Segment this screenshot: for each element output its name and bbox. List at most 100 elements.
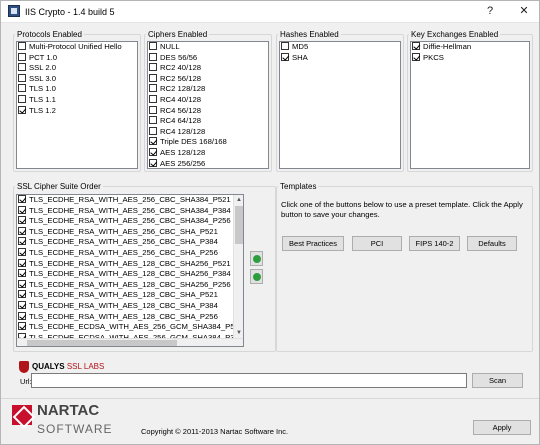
defaults-button[interactable]: Defaults — [467, 236, 517, 251]
cipher-item[interactable]: AES 256/256 — [148, 158, 268, 168]
cipher-item[interactable]: RC2 128/128 — [148, 84, 268, 95]
cipher-item[interactable]: Triple DES 168/168 — [148, 137, 268, 148]
cipher-item[interactable]: RC4 56/128 — [148, 105, 268, 117]
cipher-suite-item[interactable]: TLS_ECDHE_RSA_WITH_AES_256_CBC_SHA_P256 — [17, 247, 243, 259]
checked-checkbox[interactable] — [18, 226, 26, 235]
protocol-item[interactable]: PCT 1.0 — [17, 52, 137, 64]
unchecked-checkbox[interactable] — [149, 84, 157, 93]
checked-checkbox[interactable] — [18, 216, 26, 225]
pci-button[interactable]: PCI — [352, 236, 402, 251]
unchecked-checkbox[interactable] — [149, 116, 157, 125]
checked-checkbox[interactable] — [18, 258, 26, 267]
unchecked-checkbox[interactable] — [18, 42, 26, 50]
unchecked-checkbox[interactable] — [149, 126, 157, 135]
unchecked-checkbox[interactable] — [18, 63, 26, 72]
key-exchanges-list[interactable]: Diffie-Hellman PKCS — [410, 41, 530, 169]
cipher-suite-item[interactable]: TLS_ECDHE_RSA_WITH_AES_128_CBC_SHA256_P3… — [17, 269, 243, 280]
ciphers-list[interactable]: NULL DES 56/56 RC2 40/128 RC2 56/128 RC2 128… — [147, 41, 269, 169]
unchecked-checkbox[interactable] — [18, 84, 26, 93]
cipher-item[interactable]: RC4 40/128 — [148, 94, 268, 106]
cipher-item[interactable]: RC2 56/128 — [148, 73, 268, 85]
hash-item[interactable]: SHA — [280, 52, 400, 64]
cipher-suite-item[interactable]: TLS_ECDHE_RSA_WITH_AES_128_CBC_SHA256_P2… — [17, 279, 243, 291]
checked-checkbox[interactable] — [18, 311, 26, 320]
cipher-suite-item[interactable]: TLS_ECDHE_RSA_WITH_AES_256_CBC_SHA384_P2… — [17, 216, 243, 227]
checked-checkbox[interactable] — [18, 195, 26, 203]
unchecked-checkbox[interactable] — [149, 63, 157, 72]
cipher-suite-item[interactable]: TLS_ECDHE_RSA_WITH_AES_128_CBC_SHA256_P5… — [17, 258, 243, 270]
checked-checkbox[interactable] — [412, 52, 420, 61]
unchecked-checkbox[interactable] — [18, 73, 26, 82]
cipher-suite-item[interactable]: TLS_ECDHE_RSA_WITH_AES_128_CBC_SHA_P256 — [17, 311, 243, 323]
cipher-item[interactable]: RC2 40/128 — [148, 63, 268, 74]
scroll-up-arrow-icon[interactable]: ▲ — [234, 195, 243, 205]
cipher-suite-item[interactable]: TLS_ECDHE_RSA_WITH_AES_256_CBC_SHA384_P3… — [17, 205, 243, 217]
cipher-item-label: RC4 56/128 — [160, 105, 202, 115]
move-up-button[interactable] — [250, 251, 263, 266]
url-input[interactable] — [31, 373, 467, 388]
protocol-item[interactable]: SSL 3.0 — [17, 73, 137, 85]
unchecked-checkbox[interactable] — [149, 52, 157, 61]
hscroll-thumb[interactable] — [27, 340, 177, 346]
checked-checkbox[interactable] — [18, 279, 26, 288]
unchecked-checkbox[interactable] — [149, 73, 157, 82]
cipher-item[interactable]: AES 128/128 — [148, 147, 268, 159]
key-exchanges-legend: Key Exchanges Enabled — [411, 30, 499, 39]
cipher-suite-item[interactable]: TLS_ECDHE_RSA_WITH_AES_256_CBC_SHA_P384 — [17, 237, 243, 248]
protocols-list[interactable]: Multi-Protocol Unified Hello PCT 1.0 SSL 2… — [16, 41, 138, 169]
checked-checkbox[interactable] — [149, 158, 157, 167]
cipher-item-label: RC4 64/128 — [160, 116, 202, 126]
checked-checkbox[interactable] — [18, 237, 26, 246]
close-button[interactable]: ✕ — [515, 6, 533, 17]
hash-item[interactable]: MD5 — [280, 42, 400, 53]
key-exchange-item[interactable]: PKCS — [411, 52, 529, 64]
unchecked-checkbox[interactable] — [18, 52, 26, 61]
checked-checkbox[interactable] — [281, 52, 289, 61]
title-bar[interactable]: IIS Crypto - 1.4 build 5 ? ✕ — [1, 1, 539, 23]
apply-button[interactable]: Apply — [473, 420, 531, 435]
protocol-item[interactable]: TLS 1.2 — [17, 105, 137, 117]
cipher-item[interactable]: DES 56/56 — [148, 52, 268, 64]
cipher-suite-list[interactable]: TLS_ECDHE_RSA_WITH_AES_256_CBC_SHA384_P5… — [16, 194, 244, 347]
checked-checkbox[interactable] — [18, 269, 26, 278]
checked-checkbox[interactable] — [18, 205, 26, 214]
unchecked-checkbox[interactable] — [149, 94, 157, 103]
checked-checkbox[interactable] — [149, 137, 157, 146]
move-down-button[interactable] — [250, 269, 263, 284]
help-button[interactable]: ? — [481, 6, 499, 17]
checked-checkbox[interactable] — [149, 147, 157, 156]
fips-button[interactable]: FIPS 140-2 — [409, 236, 460, 251]
suite-horizontal-scrollbar[interactable] — [17, 338, 243, 346]
checked-checkbox[interactable] — [412, 42, 420, 50]
checked-checkbox[interactable] — [18, 247, 26, 256]
cipher-suite-item[interactable]: TLS_ECDHE_RSA_WITH_AES_128_CBC_SHA_P521 — [17, 290, 243, 301]
scan-button[interactable]: Scan — [472, 373, 523, 388]
protocol-item[interactable]: SSL 2.0 — [17, 63, 137, 74]
protocol-item[interactable]: TLS 1.1 — [17, 94, 137, 106]
protocol-item-label: SSL 3.0 — [29, 73, 57, 83]
unchecked-checkbox[interactable] — [149, 42, 157, 50]
best-practices-button[interactable]: Best Practices — [282, 236, 344, 251]
checked-checkbox[interactable] — [18, 322, 26, 331]
protocol-item-label: TLS 1.1 — [29, 94, 56, 104]
cipher-item[interactable]: RC4 64/128 — [148, 116, 268, 127]
cipher-suite-item[interactable]: TLS_ECDHE_RSA_WITH_AES_256_CBC_SHA384_P5… — [17, 195, 243, 206]
checked-checkbox[interactable] — [18, 300, 26, 309]
hashes-list[interactable]: MD5 SHA — [279, 41, 401, 169]
cipher-item[interactable]: NULL — [148, 42, 268, 53]
unchecked-checkbox[interactable] — [281, 42, 289, 50]
unchecked-checkbox[interactable] — [149, 105, 157, 114]
cipher-suite-item[interactable]: TLS_ECDHE_ECDSA_WITH_AES_256_GCM_SHA384_… — [17, 322, 243, 333]
protocol-item[interactable]: Multi-Protocol Unified Hello — [17, 42, 137, 53]
cipher-item[interactable]: RC4 128/128 — [148, 126, 268, 138]
checked-checkbox[interactable] — [18, 105, 26, 114]
cipher-suite-item[interactable]: TLS_ECDHE_RSA_WITH_AES_128_CBC_SHA_P384 — [17, 300, 243, 312]
scroll-thumb[interactable] — [235, 206, 243, 244]
scroll-down-arrow-icon[interactable]: ▼ — [234, 328, 243, 338]
cipher-suite-item[interactable]: TLS_ECDHE_RSA_WITH_AES_256_CBC_SHA_P521 — [17, 226, 243, 238]
protocol-item[interactable]: TLS 1.0 — [17, 84, 137, 95]
checked-checkbox[interactable] — [18, 290, 26, 299]
key-exchange-item[interactable]: Diffie-Hellman — [411, 42, 529, 53]
unchecked-checkbox[interactable] — [18, 94, 26, 103]
suite-vertical-scrollbar[interactable]: ▲ ▼ — [233, 195, 243, 346]
